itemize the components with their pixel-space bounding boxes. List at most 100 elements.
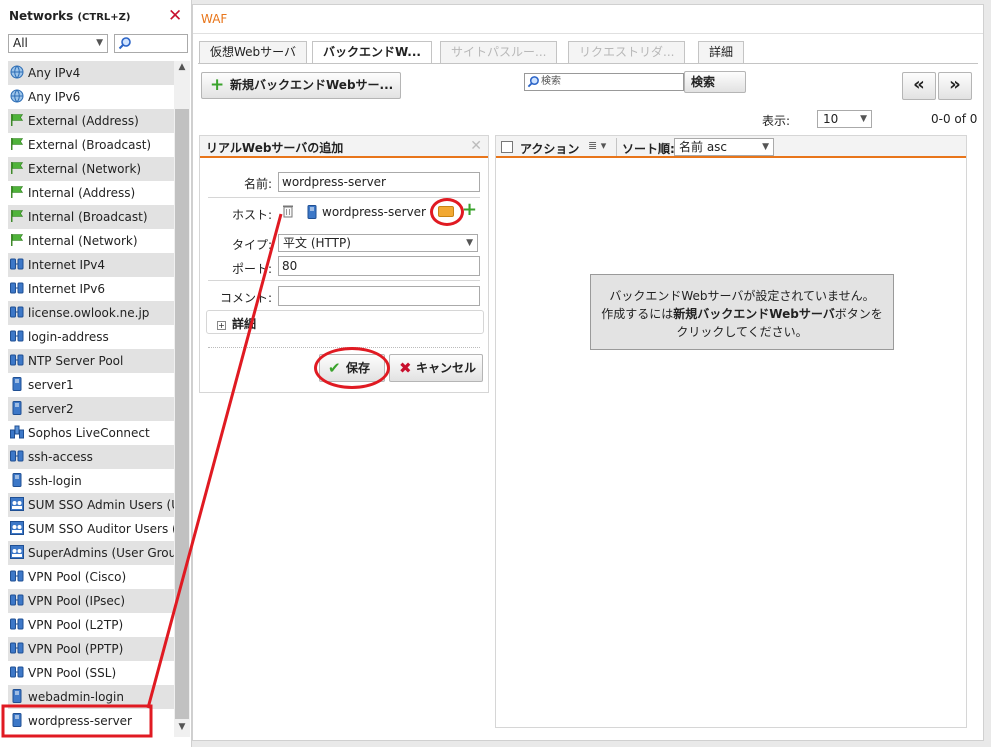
list-item[interactable]: SuperAdmins (User Group	[8, 541, 174, 565]
close-icon[interactable]: ✕	[470, 138, 482, 154]
list-item[interactable]: Any IPv4	[8, 61, 174, 85]
list-item[interactable]: ssh-access	[8, 445, 174, 469]
chevron-down-icon: ▼	[762, 142, 769, 152]
list-item[interactable]: Any IPv6	[8, 85, 174, 109]
list-item[interactable]: SUM SSO Admin Users (Us	[8, 493, 174, 517]
comment-label: コメント:	[219, 291, 272, 305]
advanced-section-toggle[interactable]: + 詳細	[206, 310, 484, 334]
flag-icon	[11, 114, 24, 126]
list-item-label: Internal (Address)	[28, 186, 136, 200]
list-item[interactable]: SUM SSO Auditor Users (U	[8, 517, 174, 541]
scrollbar-thumb[interactable]	[175, 109, 189, 719]
search-button[interactable]: 検索	[684, 71, 746, 93]
list-item[interactable]: External (Address)	[8, 109, 174, 133]
chevron-down-icon: ▼	[860, 114, 867, 124]
close-icon[interactable]: ✕	[168, 6, 182, 26]
list-item[interactable]: ssh-login	[8, 469, 174, 493]
list-item[interactable]: server1	[8, 373, 174, 397]
action-label: アクション	[520, 142, 580, 156]
tab-virtual-web-server[interactable]: 仮想Webサーバ	[199, 41, 308, 63]
display-count-select[interactable]: 10 ▼	[817, 110, 872, 128]
server-icon	[12, 689, 22, 703]
sort-label: ソート順:	[622, 142, 675, 156]
list-toolbar: アクション ≣ ▾ ソート順: 名前 asc ▼	[496, 136, 966, 158]
next-page-button[interactable]: »	[938, 72, 972, 100]
trash-icon[interactable]	[282, 204, 294, 218]
sort-select[interactable]: 名前 asc ▼	[674, 138, 774, 156]
host-label: ホスト:	[231, 208, 272, 222]
list-item[interactable]: Internal (Network)	[8, 229, 174, 253]
list-item[interactable]: webadmin-login	[8, 685, 174, 709]
list-item[interactable]: Internet IPv4	[8, 253, 174, 277]
list-item-label: login-address	[28, 330, 109, 344]
list-item-label: VPN Pool (SSL)	[28, 666, 117, 680]
list-item[interactable]: Internal (Address)	[8, 181, 174, 205]
tab-divider	[198, 63, 978, 64]
port-label: ポート:	[231, 262, 272, 276]
list-item[interactable]: NTP Server Pool	[8, 349, 174, 373]
scroll-down-icon[interactable]: ▼	[174, 721, 190, 733]
network-icon	[10, 618, 24, 630]
list-item[interactable]: license.owlook.ne.jp	[8, 301, 174, 325]
list-item-label: ssh-login	[28, 474, 82, 488]
list-item-label: VPN Pool (Cisco)	[28, 570, 127, 584]
globe-icon	[10, 89, 24, 103]
empty-line-1: バックエンドWebサーバが設定されていません。	[609, 289, 875, 303]
list-item[interactable]: VPN Pool (SSL)	[8, 661, 174, 685]
search-input[interactable]: 検索	[524, 73, 684, 91]
toolbar-divider	[616, 138, 617, 156]
flag-icon	[11, 234, 24, 246]
host-field[interactable]: wordpress-server +	[278, 199, 477, 222]
network-list-scrollbar[interactable]: ▲ ▼	[174, 61, 190, 737]
advanced-label: 詳細	[232, 317, 257, 331]
list-item[interactable]: VPN Pool (IPsec)	[8, 589, 174, 613]
list-item[interactable]: login-address	[8, 325, 174, 349]
list-item[interactable]: VPN Pool (Cisco)	[8, 565, 174, 589]
sort-value: 名前 asc	[679, 140, 728, 154]
network-search-input[interactable]	[114, 34, 188, 53]
networks-title: Networks	[9, 9, 74, 23]
tab-backend-web-server[interactable]: バックエンドW...	[312, 41, 432, 64]
add-real-web-server-form: リアルWebサーバの追加 ✕ 名前: wordpress-server ホスト:…	[199, 135, 489, 393]
list-item[interactable]: Internet IPv6	[8, 277, 174, 301]
flag-icon	[11, 186, 24, 198]
list-item-label: SuperAdmins (User Group	[28, 546, 174, 560]
list-item[interactable]: Internal (Broadcast)	[8, 205, 174, 229]
filter-value: All	[13, 36, 28, 50]
list-item-label: Sophos LiveConnect	[28, 426, 150, 440]
list-item[interactable]: External (Broadcast)	[8, 133, 174, 157]
title-divider	[193, 33, 983, 34]
list-item[interactable]: server2	[8, 397, 174, 421]
network-icon	[10, 666, 24, 678]
display-count-label: 表示:	[762, 114, 791, 128]
type-select[interactable]: 平文 (HTTP) ▼	[278, 234, 478, 252]
users-icon	[10, 545, 24, 559]
list-item-label: webadmin-login	[28, 690, 124, 704]
list-item[interactable]: VPN Pool (L2TP)	[8, 613, 174, 637]
name-input[interactable]: wordpress-server	[278, 172, 480, 192]
list-item[interactable]: Sophos LiveConnect	[8, 421, 174, 445]
network-icon	[10, 258, 24, 270]
action-menu-icon[interactable]: ≣ ▾	[588, 139, 606, 152]
comment-input[interactable]	[278, 286, 480, 306]
tab-advanced[interactable]: 詳細	[698, 41, 745, 63]
list-item[interactable]: VPN Pool (PPTP)	[8, 637, 174, 661]
host-value: wordpress-server	[322, 205, 426, 219]
server-icon	[12, 713, 22, 727]
flag-icon	[11, 162, 24, 174]
port-input[interactable]: 80	[278, 256, 480, 276]
cancel-label: キャンセル	[416, 361, 477, 375]
save-button[interactable]: ✔ 保存	[319, 354, 385, 382]
new-backend-server-button[interactable]: + 新規バックエンドWebサー...	[201, 72, 401, 99]
list-item[interactable]: External (Network)	[8, 157, 174, 181]
select-all-checkbox[interactable]	[501, 141, 513, 153]
list-item-label: server2	[28, 402, 74, 416]
cancel-button[interactable]: ✖ キャンセル	[389, 354, 483, 382]
scroll-up-icon[interactable]: ▲	[174, 61, 190, 73]
previous-page-button[interactable]: «	[902, 72, 936, 100]
expand-icon: +	[217, 321, 226, 330]
list-item[interactable]: wordpress-server	[8, 709, 174, 733]
plus-icon[interactable]: +	[462, 199, 477, 220]
network-filter-select[interactable]: All ▼	[8, 34, 108, 53]
folder-icon[interactable]	[438, 206, 454, 217]
